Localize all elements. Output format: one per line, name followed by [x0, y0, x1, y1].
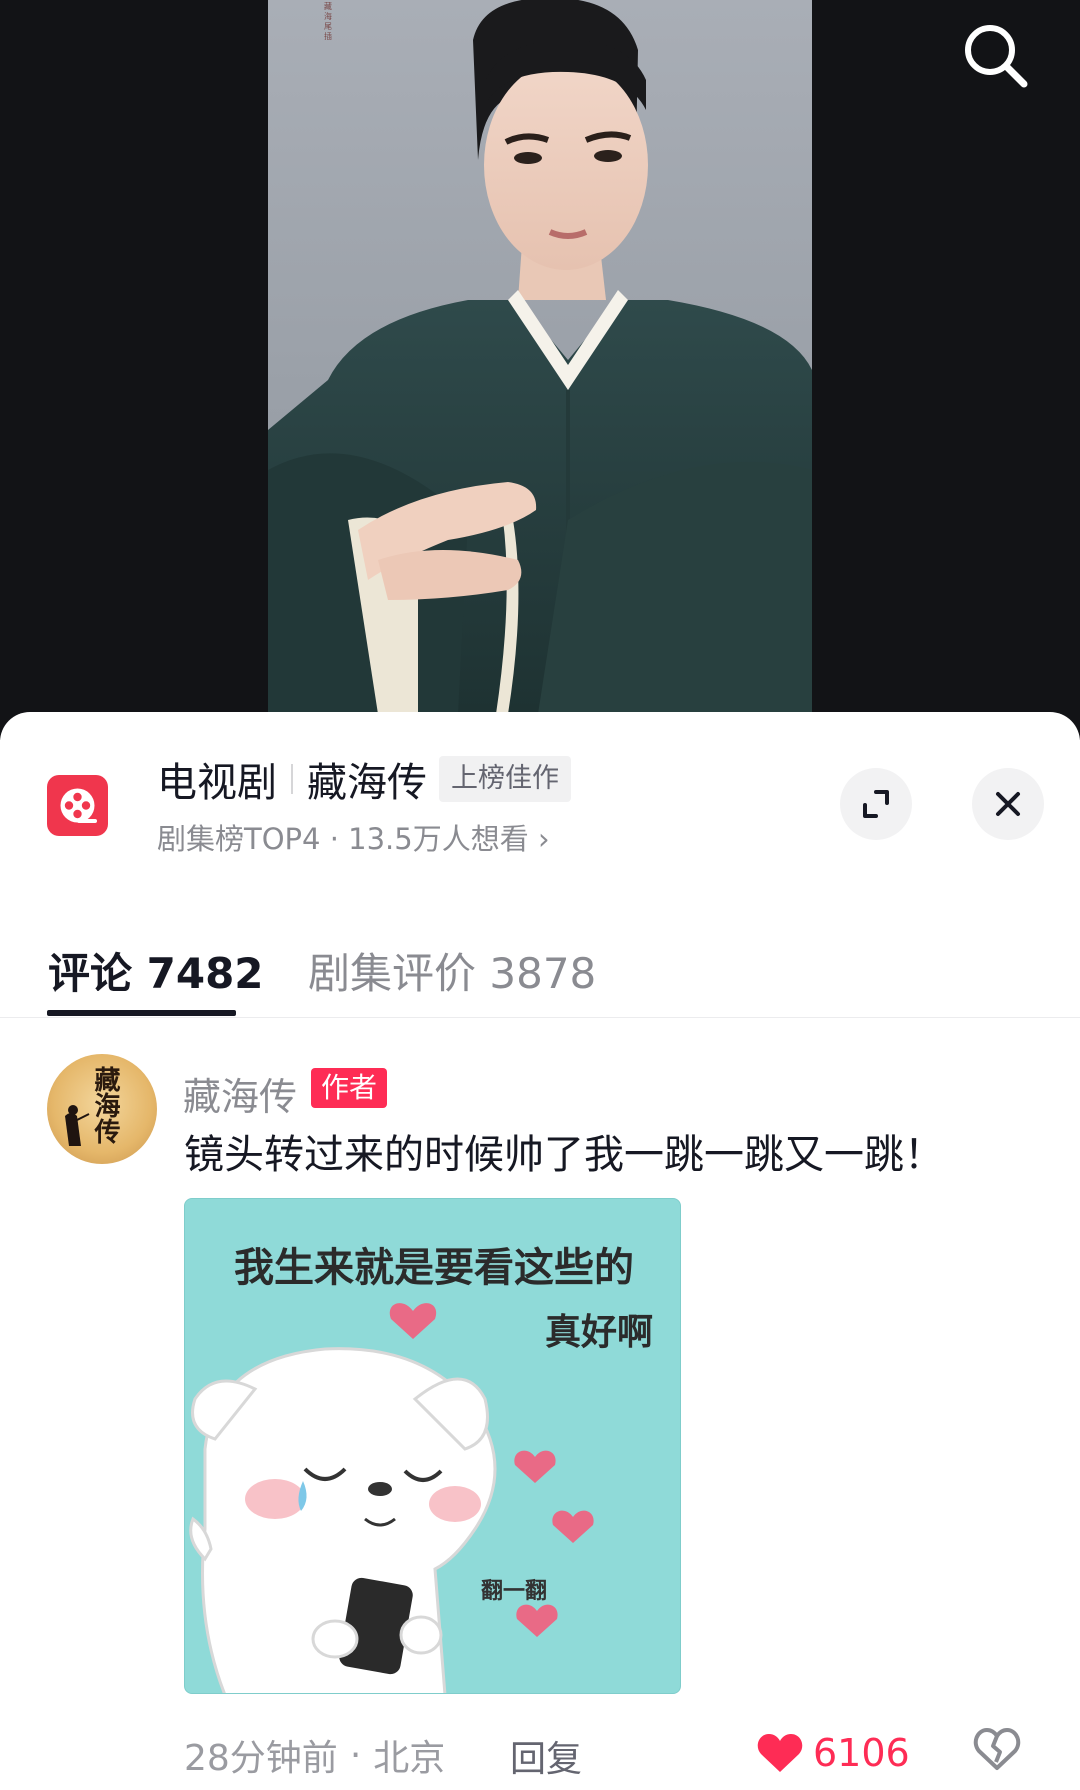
video-frame[interactable]: 藏海尾插 [268, 0, 812, 714]
broken-heart-icon [973, 1728, 1021, 1770]
chevron-right-icon: › [537, 822, 550, 856]
comment-author[interactable]: 藏海传 [183, 1066, 297, 1121]
tab-reviews-count: 3878 [489, 949, 597, 998]
comment-time: 28分钟前 [184, 1738, 338, 1779]
dislike-button[interactable] [972, 1724, 1022, 1774]
video-watermark: 藏海尾插 [324, 2, 332, 41]
film-reel-icon [60, 788, 97, 823]
sticker-caption-top: 我生来就是要看这些的 [234, 1245, 634, 1291]
sticker-caption-flip: 翻一翻 [481, 1579, 548, 1604]
close-button[interactable] [972, 768, 1044, 840]
comment-meta: 28分钟前 · 北京 [184, 1730, 445, 1780]
avatar-calligraphy: 藏海传 [90, 1066, 120, 1144]
like-button[interactable]: 6106 [757, 1724, 910, 1782]
video-player[interactable]: 藏海尾插 [0, 0, 1080, 740]
avatar[interactable]: 藏海传 [47, 1054, 157, 1164]
active-tab-indicator [47, 1010, 236, 1016]
comment-sticker[interactable]: 我生来就是要看这些的 真好啊 翻一翻 [184, 1198, 681, 1694]
show-subtitle: 剧集榜TOP4 · 13.5万人想看 [157, 822, 529, 856]
search-button[interactable] [958, 18, 1034, 94]
tab-reviews[interactable]: 剧集评价 3878 [308, 940, 596, 1001]
comment-tabs: 评论 7482 剧集评价 3878 [0, 882, 1080, 1018]
tab-comments-label: 评论 [48, 949, 133, 998]
show-category: 电视剧 [157, 760, 277, 806]
like-count: 6106 [813, 1731, 910, 1775]
title-divider [291, 764, 293, 794]
author-badge: 作者 [311, 1068, 388, 1108]
show-icon-button[interactable] [47, 775, 108, 836]
heart-icon [757, 1734, 803, 1772]
tab-reviews-label: 剧集评价 [308, 949, 477, 998]
comment-item: 藏海传 藏海传 作者 镜头转过来的时候帅了我一跳一跳又一跳！ 我生来就是要看这些… [0, 1018, 1080, 1790]
reply-button[interactable]: 回复 [510, 1730, 582, 1782]
show-ranking-link[interactable]: 剧集榜TOP4 · 13.5万人想看 › [157, 816, 550, 858]
expand-icon [863, 790, 889, 818]
tab-comments[interactable]: 评论 7482 [48, 940, 264, 1001]
search-icon [965, 25, 1028, 88]
comment-text[interactable]: 镜头转过来的时候帅了我一跳一跳又一跳！ [184, 1122, 944, 1180]
meta-separator: · [349, 1734, 362, 1776]
show-title-row[interactable]: 电视剧 藏海传 上榜佳作 [157, 754, 571, 806]
show-info-header: 电视剧 藏海传 上榜佳作 剧集榜TOP4 · 13.5万人想看 › [0, 712, 1080, 882]
expand-button[interactable] [840, 768, 912, 840]
close-icon [996, 792, 1020, 816]
comment-location: 北京 [373, 1738, 446, 1779]
actor-illustration [268, 0, 812, 714]
show-badge: 上榜佳作 [439, 756, 571, 802]
comment-sheet: 电视剧 藏海传 上榜佳作 剧集榜TOP4 · 13.5万人想看 › 评论 748… [0, 712, 1080, 1790]
sticker-caption-sub: 真好啊 [545, 1312, 654, 1353]
show-name: 藏海传 [307, 760, 427, 806]
tab-comments-count: 7482 [146, 949, 264, 998]
